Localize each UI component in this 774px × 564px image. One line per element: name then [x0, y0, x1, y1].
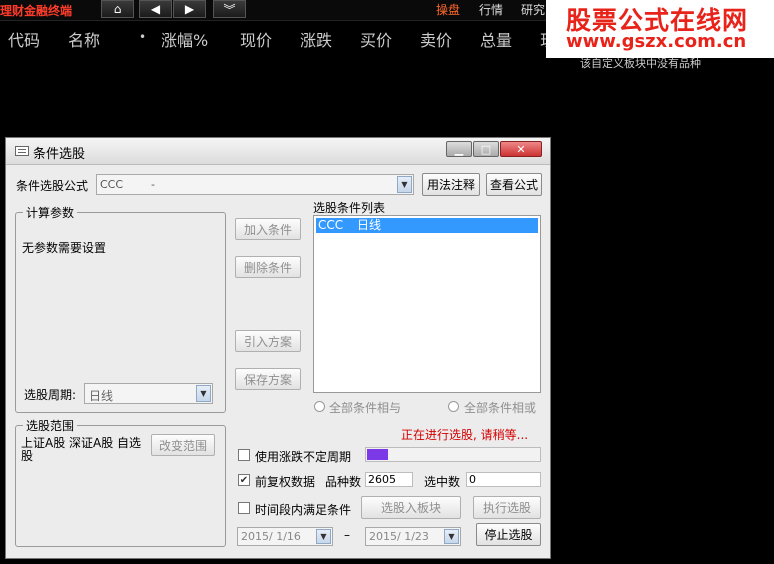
dialog-title: 条件选股: [33, 147, 86, 162]
fq-checkbox[interactable]: ✔: [238, 474, 250, 486]
fq-label: 前复权数据: [255, 475, 316, 489]
params-text: 无参数需要设置: [22, 241, 107, 255]
column-header-dot: •: [139, 30, 147, 44]
empty-block-hint: 该自定义板块中没有品种: [580, 57, 701, 70]
chevron-down-icon[interactable]: ▼: [397, 176, 412, 193]
watermark-url: www.gszx.com.cn: [566, 31, 747, 52]
add-condition-button[interactable]: 加入条件: [235, 218, 301, 240]
formula-label: 条件选股公式: [16, 179, 89, 193]
all-or-radio[interactable]: [448, 401, 459, 412]
forward-button[interactable]: ▶: [173, 0, 206, 18]
view-formula-button[interactable]: 查看公式: [486, 173, 542, 196]
import-plan-button[interactable]: 引入方案: [235, 330, 301, 352]
count-field: 2605: [365, 472, 413, 487]
app-title: 理财金融终端: [0, 4, 73, 18]
start-date-value: 2015/ 1/16: [241, 530, 301, 543]
use-limit-checkbox[interactable]: [238, 449, 250, 461]
range-group-label: 选股范围: [23, 417, 78, 434]
period-label: 选股周期:: [24, 388, 77, 402]
progress-fill: [367, 449, 388, 460]
all-and-radio[interactable]: [314, 401, 325, 412]
all-or-label: 全部条件相或: [464, 401, 537, 415]
chevron-down-icon[interactable]: ▼: [444, 529, 459, 544]
condition-item[interactable]: CCC 日线: [316, 218, 538, 233]
start-date-picker[interactable]: 2015/ 1/16 ▼: [237, 527, 333, 546]
end-date-value: 2015/ 1/23: [369, 530, 429, 543]
minimize-button[interactable]: ▁: [446, 141, 472, 157]
stop-selection-button[interactable]: 停止选股: [476, 523, 541, 546]
double-chevron-down-icon: ︾: [223, 2, 236, 17]
nav-link-research[interactable]: 研究: [521, 1, 545, 18]
conditions-list-label: 选股条件列表: [313, 201, 386, 215]
back-button[interactable]: ◀: [139, 0, 172, 18]
column-header-code[interactable]: 代码: [8, 27, 40, 51]
conditions-list[interactable]: CCC 日线: [313, 215, 541, 393]
date-separator: –: [344, 528, 350, 542]
close-icon: ✕: [516, 142, 526, 156]
save-plan-button[interactable]: 保存方案: [235, 368, 301, 390]
delete-condition-button[interactable]: 删除条件: [235, 256, 301, 278]
selected-field: 0: [466, 472, 541, 487]
all-and-label: 全部条件相与: [329, 401, 402, 415]
selected-label: 选中数: [424, 475, 461, 489]
checkmark-icon: ✔: [239, 474, 249, 486]
back-icon: ◀: [150, 2, 161, 16]
nav-link-quotes[interactable]: 行情: [479, 1, 503, 18]
status-text: 正在进行选股, 请稍等...: [401, 428, 529, 442]
period-select[interactable]: 日线 ▼: [84, 383, 213, 404]
chevron-down-icon[interactable]: ▼: [316, 529, 331, 544]
column-header-price[interactable]: 现价: [240, 27, 272, 51]
column-header-change[interactable]: 涨跌: [300, 27, 332, 51]
chevron-down-icon[interactable]: ▼: [196, 385, 211, 402]
close-button[interactable]: ✕: [500, 141, 542, 157]
period-select-value: 日线: [89, 389, 114, 403]
maximize-button[interactable]: □: [473, 141, 499, 157]
period-cond-checkbox[interactable]: [238, 502, 250, 514]
home-icon: ⌂: [113, 2, 122, 16]
window-icon: [15, 146, 29, 156]
column-header-change-pct[interactable]: 涨幅%: [161, 27, 208, 51]
use-limit-label: 使用涨跌不定周期: [255, 450, 352, 464]
formula-select-value: CCC -: [100, 178, 155, 191]
home-button[interactable]: ⌂: [101, 0, 134, 18]
period-cond-label: 时间段内满足条件: [255, 503, 352, 517]
change-range-button[interactable]: 改变范围: [151, 434, 215, 456]
to-block-button[interactable]: 选股入板块: [361, 496, 461, 519]
maximize-icon: □: [480, 142, 492, 156]
minimize-icon: ▁: [454, 142, 464, 156]
progress-bar: [365, 447, 541, 462]
column-header-bid[interactable]: 买价: [360, 27, 392, 51]
usage-notes-button[interactable]: 用法注释: [422, 173, 480, 196]
column-header-volume[interactable]: 总量: [480, 27, 512, 51]
end-date-picker[interactable]: 2015/ 1/23 ▼: [365, 527, 461, 546]
run-selection-button[interactable]: 执行选股: [473, 496, 541, 519]
condition-item-name: CCC: [318, 218, 344, 232]
range-text: 上证A股 深证A股 自选股: [21, 436, 142, 463]
column-header-name[interactable]: 名称: [68, 27, 100, 51]
condition-stock-selection-dialog: 条件选股 ▁ □ ✕ 条件选股公式 CCC - ▼ 用法注释 查看公式 计算参数…: [5, 137, 551, 559]
menu-button[interactable]: ︾: [213, 0, 246, 18]
column-header-ask[interactable]: 卖价: [420, 27, 452, 51]
forward-icon: ▶: [184, 2, 195, 16]
nav-link-trade[interactable]: 操盘: [436, 1, 460, 18]
count-label: 品种数: [325, 475, 362, 489]
condition-item-period: 日线: [356, 218, 381, 232]
params-group-label: 计算参数: [23, 204, 78, 221]
formula-select[interactable]: CCC - ▼: [96, 174, 414, 195]
